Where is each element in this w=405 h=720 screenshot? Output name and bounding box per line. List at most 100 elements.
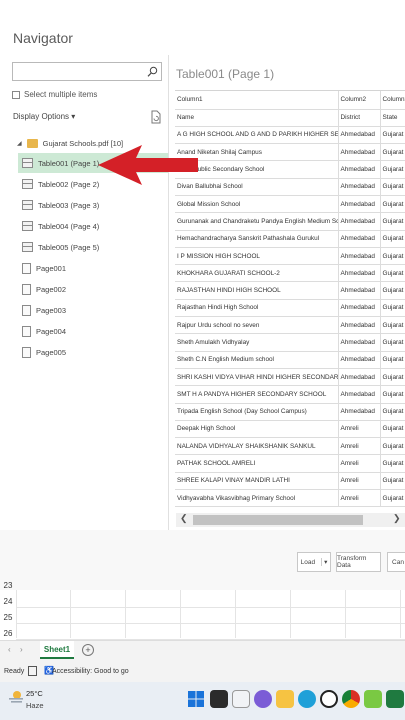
load-button[interactable]: Load ▾ xyxy=(297,552,331,572)
collapse-triangle-icon[interactable]: ◢ xyxy=(17,140,22,147)
folder-icon[interactable] xyxy=(276,690,294,708)
table-cell: Ahmedabad xyxy=(338,178,381,196)
table-cell: Rajpur Urdu school no seven xyxy=(175,316,339,335)
sheet-stats-icon[interactable] xyxy=(28,666,37,676)
select-multiple-checkbox[interactable] xyxy=(12,90,20,99)
transform-data-button[interactable]: Transform Data xyxy=(336,552,381,572)
display-options-dropdown[interactable]: Display Options ▾ xyxy=(13,112,75,121)
table-cell: SHREE KALAPI VINAY MANDIR LATHI xyxy=(175,472,339,491)
pane-divider[interactable] xyxy=(168,55,169,530)
table-cell: Tripada English School (Day School Campu… xyxy=(175,403,339,421)
table-icon xyxy=(22,179,33,189)
table-row: Hemachandracharya Sanskrit Pathashala Gu… xyxy=(175,230,405,248)
teams-chat-icon[interactable] xyxy=(254,690,272,708)
grid-line xyxy=(125,590,126,638)
cancel-button[interactable]: Can xyxy=(387,552,405,572)
tree-item-table003[interactable]: Table003 (Page 3) xyxy=(18,195,168,215)
table-cell: Ahmedabad xyxy=(338,160,381,179)
tree-item-table004[interactable]: Table004 (Page 4) xyxy=(18,216,168,236)
excel-icon[interactable] xyxy=(386,690,404,708)
row-number[interactable]: 23 xyxy=(0,581,16,590)
row-number[interactable]: 24 xyxy=(0,597,16,606)
sheet-next-icon[interactable]: › xyxy=(20,645,23,654)
tree-item-page004[interactable]: Page004 xyxy=(18,321,168,341)
table-cell: Amreli xyxy=(338,454,381,473)
app-icon[interactable] xyxy=(364,690,382,708)
task-view-icon[interactable] xyxy=(210,690,228,708)
tree-item-table005[interactable]: Table005 (Page 5) xyxy=(18,237,168,257)
table-row: Rajpur Urdu school no seven Ahmedabad Guja… xyxy=(175,316,405,335)
table-cell: Ahmedabad xyxy=(338,403,381,421)
table-cell: Ahmedabad xyxy=(338,247,381,266)
table-cell: Gujarat xyxy=(380,247,405,266)
select-multiple-label: Select multiple items xyxy=(24,90,98,99)
file-explorer-icon[interactable] xyxy=(232,690,250,708)
grid-line xyxy=(235,590,236,638)
table-cell: Gujarat xyxy=(380,160,405,179)
accessibility-status[interactable]: Accessibility: Good to go xyxy=(52,668,129,675)
grid-line xyxy=(180,590,181,638)
weather-temp[interactable]: 25°C xyxy=(26,689,43,698)
sheet-tab[interactable]: Sheet1 xyxy=(40,641,74,659)
select-multiple-row[interactable]: Select multiple items xyxy=(12,90,97,99)
sheet-prev-icon[interactable]: ‹ xyxy=(8,645,11,654)
table-row: Sheth C.N English Medium school Ahmedabad… xyxy=(175,351,405,369)
tree-item-label: Page004 xyxy=(36,326,67,336)
table-cell: Ahmedabad xyxy=(338,316,381,335)
table-cell: Gujarat xyxy=(380,420,405,439)
chevron-down-icon[interactable]: ▾ xyxy=(321,558,327,566)
chrome-icon[interactable] xyxy=(342,690,360,708)
table-row: Name District State xyxy=(175,109,405,127)
table-icon xyxy=(22,158,33,168)
tree-item-page005[interactable]: Page005 xyxy=(18,342,168,362)
weather-haze-icon[interactable] xyxy=(8,689,24,705)
table-cell: Gujarat xyxy=(380,403,405,421)
row-number[interactable]: 26 xyxy=(0,629,16,638)
scroll-left-icon[interactable]: ❮ xyxy=(180,513,188,524)
tree-item-page001[interactable]: Page001 xyxy=(18,258,168,278)
search-input[interactable] xyxy=(12,62,162,81)
table-cell: Gujarat xyxy=(380,437,405,456)
row-number[interactable]: 25 xyxy=(0,613,16,622)
table-row: SMT H A PANDYA HIGHER SECONDARY SCHOOL Ah… xyxy=(175,385,405,404)
tree-item-page002[interactable]: Page002 xyxy=(18,279,168,299)
table-cell: I P MISSION HIGH SCHOOL xyxy=(175,247,339,266)
scrollbar-thumb[interactable] xyxy=(193,515,363,525)
table-row: Sheth Amulakh Vidhyalay Ahmedabad Gujarat xyxy=(175,333,405,352)
table-row: Divan Ballubhai School Ahmedabad Gujarat xyxy=(175,178,405,196)
table-cell: Amreli xyxy=(338,472,381,491)
status-bar: Ready ♿ Accessibility: Good to go xyxy=(0,662,405,682)
table-cell: Gujarat xyxy=(380,195,405,214)
page-icon xyxy=(22,325,31,337)
table-cell: Gujarat xyxy=(380,230,405,248)
load-label: Load xyxy=(300,558,316,566)
table-cell: RAJASTHAN HINDI HIGH SCHOOL xyxy=(175,281,339,300)
column-header[interactable]: Column1 xyxy=(175,91,339,110)
table-cell: Deepak High School xyxy=(175,420,339,439)
status-ready: Ready xyxy=(4,668,25,675)
table-row: I P MISSION HIGH SCHOOL Ahmedabad Gujarat xyxy=(175,247,405,266)
dialog-title: Navigator xyxy=(13,30,73,46)
column-header[interactable]: Column2 xyxy=(338,91,381,110)
refresh-icon[interactable] xyxy=(150,110,162,124)
table-cell: Gujarat xyxy=(380,299,405,318)
column-header[interactable]: Column3 xyxy=(380,91,405,110)
table-cell: KHOKHARA GUJARATI SCHOOL-2 xyxy=(175,264,339,283)
table-row: Vidhyavabha Vikasvibhag Primary School Am… xyxy=(175,489,405,508)
page-icon xyxy=(22,304,31,316)
scroll-right-icon[interactable]: ❯ xyxy=(393,513,401,524)
app-icon[interactable] xyxy=(320,690,338,708)
table-cell: Name xyxy=(175,109,339,127)
table-cell: A G HIGH SCHOOL AND G AND D PARIKH HIGHE… xyxy=(175,126,339,145)
table-row: Gurunanak and Chandraketu Pandya English… xyxy=(175,212,405,231)
table-cell: Ahmedabad xyxy=(338,230,381,248)
grid-line xyxy=(16,590,17,638)
weather-text[interactable]: Haze xyxy=(26,701,44,710)
windows-start-icon[interactable] xyxy=(187,690,205,708)
edge-browser-icon[interactable] xyxy=(298,690,316,708)
tree-item-page003[interactable]: Page003 xyxy=(18,300,168,320)
add-sheet-icon[interactable]: + xyxy=(82,644,94,656)
table-cell: Gujarat xyxy=(380,126,405,145)
table-cell: Ahmedabad xyxy=(338,333,381,352)
table-cell: Ahmedabad xyxy=(338,143,381,162)
